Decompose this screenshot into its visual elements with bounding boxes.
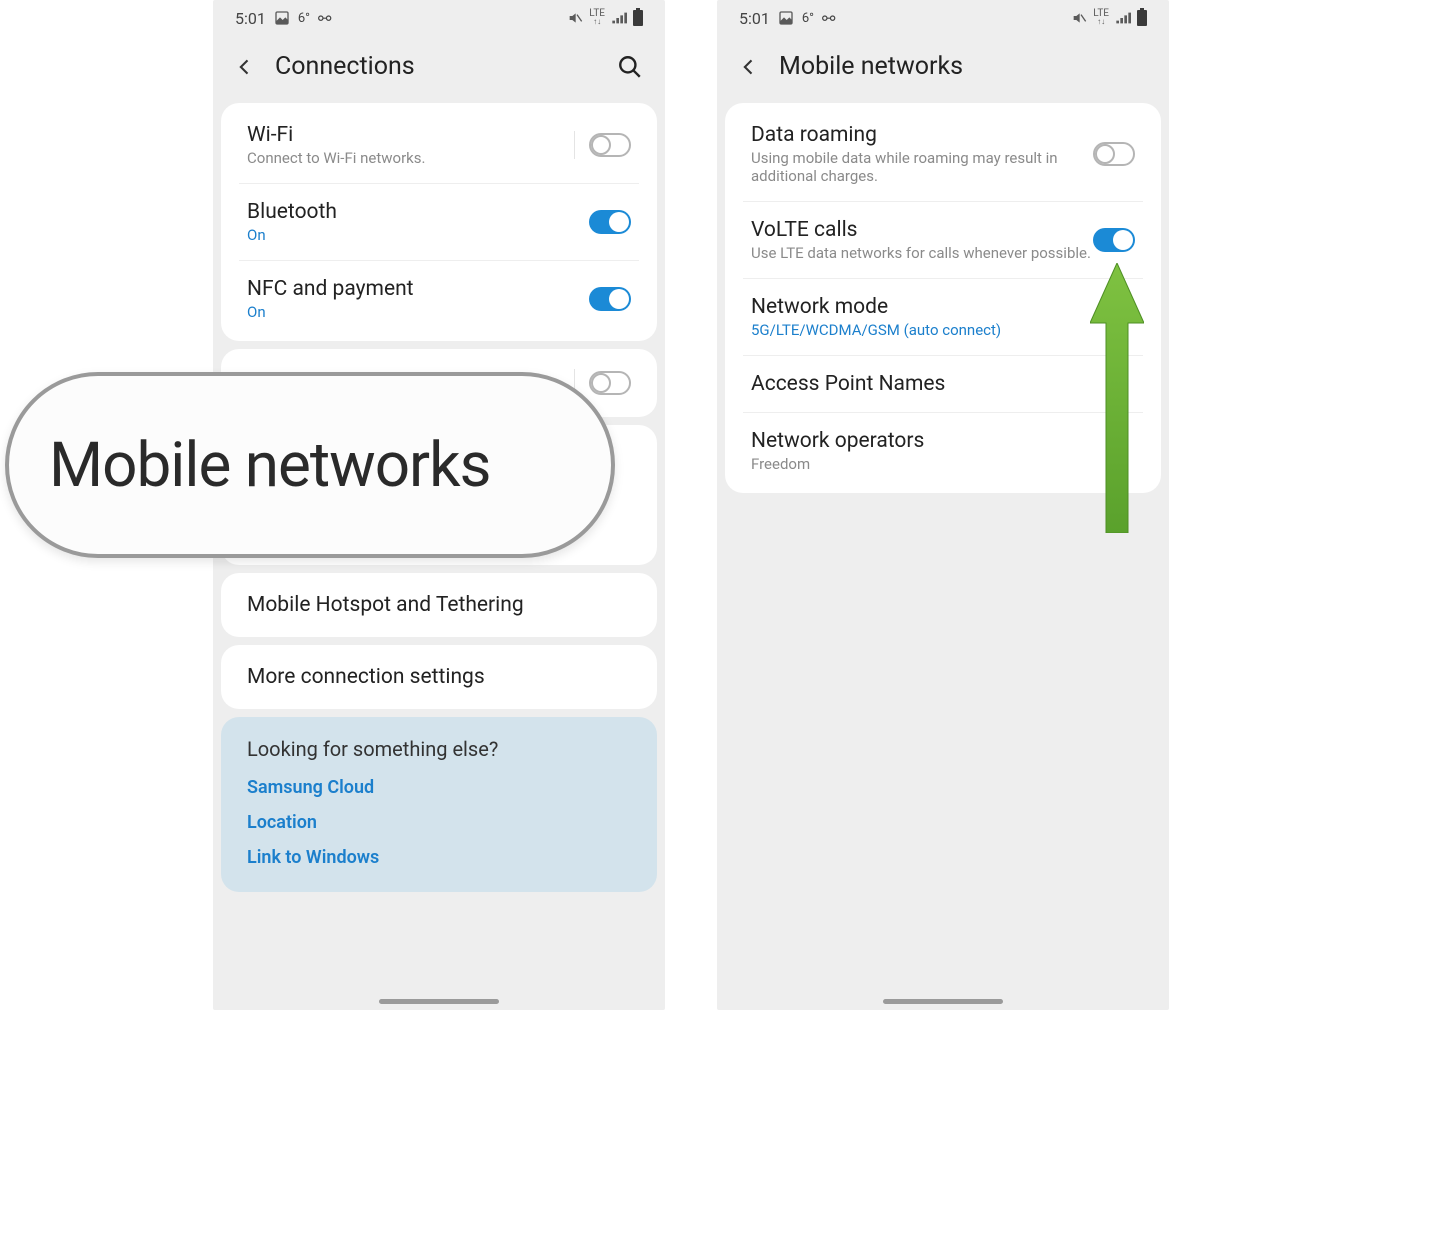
bt-title: Bluetooth — [247, 200, 589, 224]
link-location[interactable]: Location — [247, 812, 631, 833]
bluetooth-toggle[interactable] — [589, 210, 631, 234]
nfc-title: NFC and payment — [247, 277, 589, 301]
status-bar: 5:01 6° ⚯ LTE↑↓ — [213, 0, 665, 36]
row-operators[interactable]: Network operators Freedom — [743, 412, 1143, 489]
link-samsung-cloud[interactable]: Samsung Cloud — [247, 777, 631, 798]
mute-icon — [567, 10, 583, 26]
gallery-icon — [274, 10, 290, 26]
battery-icon — [633, 10, 643, 26]
nfc-toggle[interactable] — [589, 287, 631, 311]
status-temp: 6° — [298, 11, 310, 26]
row-roaming[interactable]: Data roaming Using mobile data while roa… — [725, 107, 1161, 201]
mode-title: Network mode — [751, 295, 1135, 319]
gesture-bar[interactable] — [883, 999, 1003, 1004]
mute-icon — [1071, 10, 1087, 26]
row-wifi[interactable]: Wi-Fi Connect to Wi-Fi networks. — [221, 107, 657, 183]
status-time: 5:01 — [739, 9, 770, 28]
apn-title: Access Point Names — [751, 372, 1135, 396]
hotspot-title: Mobile Hotspot and Tethering — [247, 593, 631, 617]
row-more[interactable]: More connection settings — [221, 649, 657, 705]
network-label: LTE↑↓ — [1093, 10, 1109, 26]
page-title: Connections — [275, 52, 415, 81]
battery-icon — [1137, 10, 1147, 26]
network-label: LTE↑↓ — [589, 10, 605, 26]
wifi-title: Wi-Fi — [247, 123, 574, 147]
ops-title: Network operators — [751, 429, 1135, 453]
card-more: More connection settings — [221, 645, 657, 709]
row-apn[interactable]: Access Point Names — [743, 355, 1143, 412]
nfc-sub: On — [247, 303, 589, 321]
card-looking: Looking for something else? Samsung Clou… — [221, 717, 657, 892]
back-icon[interactable] — [235, 57, 255, 77]
search-icon[interactable] — [617, 54, 643, 80]
app-bar: Mobile networks — [717, 36, 1169, 95]
wifi-sub: Connect to Wi-Fi networks. — [247, 149, 574, 167]
back-icon[interactable] — [739, 57, 759, 77]
page-title: Mobile networks — [779, 52, 963, 81]
gesture-bar[interactable] — [379, 999, 499, 1004]
wifi-toggle[interactable] — [589, 133, 631, 157]
signal-icon — [1115, 10, 1131, 26]
voicemail-icon: ⚯ — [822, 9, 835, 28]
row-hotspot[interactable]: Mobile Hotspot and Tethering — [221, 577, 657, 633]
volte-sub: Use LTE data networks for calls whenever… — [751, 244, 1093, 262]
voicemail-icon: ⚯ — [318, 9, 331, 28]
app-bar: Connections — [213, 36, 665, 95]
bt-sub: On — [247, 226, 589, 244]
callout-pill: Mobile networks — [5, 372, 615, 558]
roaming-title: Data roaming — [751, 123, 1093, 147]
more-title: More connection settings — [247, 665, 631, 689]
row-volte[interactable]: VoLTE calls Use LTE data networks for ca… — [743, 201, 1143, 278]
status-temp: 6° — [802, 11, 814, 26]
link-to-windows[interactable]: Link to Windows — [247, 847, 631, 868]
volte-title: VoLTE calls — [751, 218, 1093, 242]
flight-toggle[interactable] — [589, 371, 631, 395]
looking-header: Looking for something else? — [247, 737, 631, 761]
signal-icon — [611, 10, 627, 26]
roaming-sub: Using mobile data while roaming may resu… — [751, 149, 1093, 185]
callout-text: Mobile networks — [49, 429, 491, 502]
arrow-up-icon — [1090, 263, 1144, 533]
ops-sub: Freedom — [751, 455, 1135, 473]
volte-toggle[interactable] — [1093, 228, 1135, 252]
card-hotspot: Mobile Hotspot and Tethering — [221, 573, 657, 637]
row-network-mode[interactable]: Network mode 5G/LTE/WCDMA/GSM (auto conn… — [743, 278, 1143, 355]
gallery-icon — [778, 10, 794, 26]
status-time: 5:01 — [235, 9, 266, 28]
row-nfc[interactable]: NFC and payment On — [239, 260, 639, 337]
card-wireless: Wi-Fi Connect to Wi-Fi networks. Bluetoo… — [221, 103, 657, 341]
roaming-toggle[interactable] — [1093, 142, 1135, 166]
mode-sub: 5G/LTE/WCDMA/GSM (auto connect) — [751, 321, 1135, 339]
status-bar: 5:01 6° ⚯ LTE↑↓ — [717, 0, 1169, 36]
row-bluetooth[interactable]: Bluetooth On — [239, 183, 639, 260]
separator — [574, 131, 575, 159]
